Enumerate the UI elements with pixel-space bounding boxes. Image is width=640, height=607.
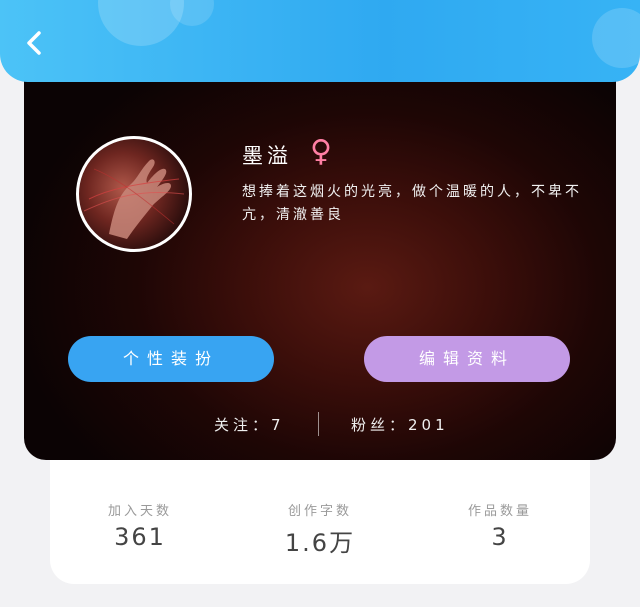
stat-value: 3 [491, 523, 509, 551]
stat-label: 作品数量 [467, 504, 532, 519]
stat-value: 361 [114, 523, 166, 551]
stat-value: 1.6万 [284, 529, 356, 557]
user-name: 墨溢 [242, 144, 292, 168]
stat-word-count: 创作字数 1.6万 [250, 500, 390, 558]
top-header [0, 0, 640, 82]
back-button[interactable] [22, 30, 48, 56]
stat-label: 创作字数 [287, 504, 352, 519]
profile-card: 墨溢 ♀ 想捧着这烟火的光亮，做个温暖的人，不卑不亢，清澈善良 个性装扮 编辑资… [24, 76, 616, 460]
avatar-image [83, 159, 185, 239]
chevron-left-icon [27, 31, 41, 55]
stat-join-days: 加入天数 361 [70, 500, 210, 551]
following-count[interactable]: 关注：7 [214, 414, 285, 435]
avatar[interactable] [76, 136, 192, 252]
stats-card: 加入天数 361 创作字数 1.6万 作品数量 3 [50, 444, 590, 584]
female-gender-icon: ♀ [310, 134, 332, 169]
follow-stats-row: 关注：7 粉丝：201 [24, 410, 616, 440]
divider [318, 412, 319, 436]
stat-works-count[interactable]: 作品数量 3 [430, 500, 570, 551]
personal-decor-button[interactable]: 个性装扮 [68, 336, 274, 382]
edit-profile-button[interactable]: 编辑资料 [364, 336, 570, 382]
user-bio: 想捧着这烟火的光亮，做个温暖的人，不卑不亢，清澈善良 [242, 184, 582, 223]
decor-bubble [592, 8, 640, 68]
fans-count[interactable]: 粉丝：201 [351, 414, 449, 435]
stat-label: 加入天数 [107, 504, 172, 519]
